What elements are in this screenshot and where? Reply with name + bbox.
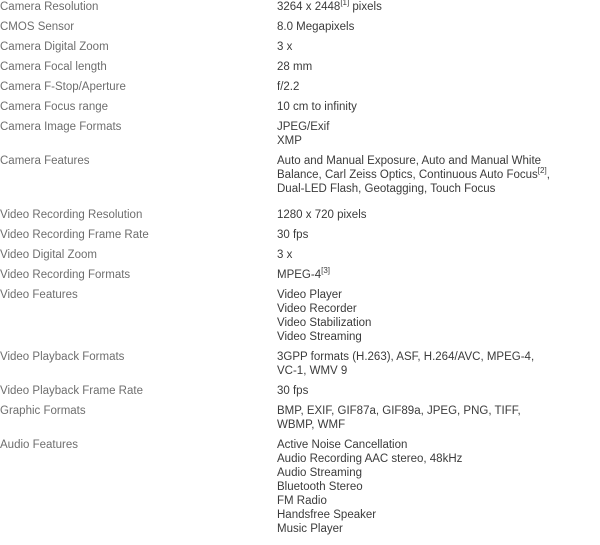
spec-value: 3 x: [277, 249, 293, 261]
spec-label: Camera Resolution: [0, 1, 99, 13]
row-spacer: [0, 196, 600, 208]
table-row: Camera Focal length 28 mm: [0, 60, 600, 74]
spec-label: Camera Focus range: [0, 101, 109, 113]
value-line: 3GPP formats (H.263), ASF, H.264/AVC, MP…: [277, 351, 535, 363]
spec-label: Camera Digital Zoom: [0, 41, 109, 53]
spec-label: Video Digital Zoom: [0, 249, 97, 261]
spec-value: 10 cm to infinity: [277, 101, 357, 113]
spec-value: Auto and Manual Exposure, Auto and Manua…: [277, 154, 600, 196]
value-line: Video Player: [277, 289, 342, 301]
specification-table: Camera Resolution 3264 x 2448[1] pixels …: [0, 0, 600, 536]
spec-label: Video Recording Formats: [0, 269, 131, 281]
spec-value: MPEG-4[3]: [277, 266, 600, 282]
value-line: Video Stabilization: [277, 317, 372, 329]
spec-label: Video Recording Frame Rate: [0, 229, 149, 241]
spec-label: Video Recording Resolution: [0, 209, 143, 221]
spec-value: 8.0 Megapixels: [277, 21, 355, 33]
spec-label: CMOS Sensor: [0, 21, 75, 33]
table-row: Video Features Video Player Video Record…: [0, 288, 600, 344]
spec-label: Camera F-Stop/Aperture: [0, 81, 126, 93]
value-line: Bluetooth Stereo: [277, 481, 363, 493]
value-line: Video Streaming: [277, 331, 362, 343]
table-row: Camera Digital Zoom 3 x: [0, 40, 600, 54]
value-line-suffix: ,: [546, 169, 550, 181]
spec-label: Graphic Formats: [0, 405, 86, 417]
specification-table-body: Camera Resolution 3264 x 2448[1] pixels …: [0, 0, 600, 536]
footnote-ref[interactable]: [3]: [321, 266, 330, 275]
value-text-suffix: pixels: [349, 1, 382, 13]
spec-value: Active Noise Cancellation Audio Recordin…: [277, 438, 600, 536]
spec-value: JPEG/Exif XMP: [277, 120, 600, 148]
specification-sheet: Camera Resolution 3264 x 2448[1] pixels …: [0, 0, 600, 545]
table-row: Video Recording Formats MPEG-4[3]: [0, 266, 600, 282]
spec-label: Video Playback Formats: [0, 351, 125, 363]
spec-value: 30 fps: [277, 229, 309, 241]
table-row: Video Playback Frame Rate 30 fps: [0, 384, 600, 398]
table-row: CMOS Sensor 8.0 Megapixels: [0, 20, 600, 34]
value-text: 3264 x 2448: [277, 1, 341, 13]
value-line: Handsfree Speaker: [277, 509, 377, 521]
spec-label: Camera Focal length: [0, 61, 107, 73]
value-line: VC-1, WMV 9: [277, 365, 348, 377]
spec-label: Camera Features: [0, 155, 90, 167]
value-line: JPEG/Exif: [277, 121, 330, 133]
value-line: Active Noise Cancellation: [277, 439, 408, 451]
value-line: Audio Streaming: [277, 467, 363, 479]
table-row: Camera Focus range 10 cm to infinity: [0, 100, 600, 114]
value-text: MPEG-4: [277, 269, 322, 281]
spec-label: Video Features: [0, 289, 78, 301]
spec-value: 30 fps: [277, 385, 309, 397]
value-line: Video Recorder: [277, 303, 357, 315]
spec-value: 1280 x 720 pixels: [277, 209, 367, 221]
value-line: FM Radio: [277, 495, 327, 507]
spec-label: Camera Image Formats: [0, 121, 122, 133]
value-line: Audio Recording AAC stereo, 48kHz: [277, 453, 463, 465]
spec-value: 3GPP formats (H.263), ASF, H.264/AVC, MP…: [277, 350, 600, 378]
value-line: Dual-LED Flash, Geotagging, Touch Focus: [277, 183, 496, 195]
spec-value: f/2.2: [277, 81, 300, 93]
value-line: BMP, EXIF, GIF87a, GIF89a, JPEG, PNG, TI…: [277, 405, 521, 417]
table-row: Camera Resolution 3264 x 2448[1] pixels: [0, 0, 600, 14]
value-line: Auto and Manual Exposure, Auto and Manua…: [277, 155, 542, 167]
table-row: Camera Image Formats JPEG/Exif XMP: [0, 120, 600, 148]
table-row: Camera F-Stop/Aperture f/2.2: [0, 80, 600, 94]
spec-label: Video Playback Frame Rate: [0, 385, 143, 397]
value-line-text: Balance, Carl Zeiss Optics, Continuous A…: [277, 169, 538, 181]
table-row: Audio Features Active Noise Cancellation…: [0, 438, 600, 536]
table-row: Graphic Formats BMP, EXIF, GIF87a, GIF89…: [0, 404, 600, 432]
footnote-ref[interactable]: [2]: [538, 166, 547, 175]
value-line: Balance, Carl Zeiss Optics, Continuous A…: [277, 166, 600, 182]
footnote-ref[interactable]: [1]: [340, 0, 349, 7]
value-line: WBMP, WMF: [277, 419, 346, 431]
spec-value: 28 mm: [277, 61, 313, 73]
spec-value: BMP, EXIF, GIF87a, GIF89a, JPEG, PNG, TI…: [277, 404, 600, 432]
table-row: Video Recording Frame Rate 30 fps: [0, 228, 600, 242]
spec-value: 3 x: [277, 41, 293, 53]
spec-value: Video Player Video Recorder Video Stabil…: [277, 288, 600, 344]
value-line: Music Player: [277, 523, 343, 535]
spec-label: Audio Features: [0, 439, 78, 451]
table-row: Camera Features Auto and Manual Exposure…: [0, 154, 600, 196]
spec-value: 3264 x 2448[1] pixels: [277, 0, 600, 14]
table-row: Video Playback Formats 3GPP formats (H.2…: [0, 350, 600, 378]
table-row: Video Digital Zoom 3 x: [0, 248, 600, 262]
table-row: Video Recording Resolution 1280 x 720 pi…: [0, 208, 600, 222]
value-line: XMP: [277, 135, 302, 147]
